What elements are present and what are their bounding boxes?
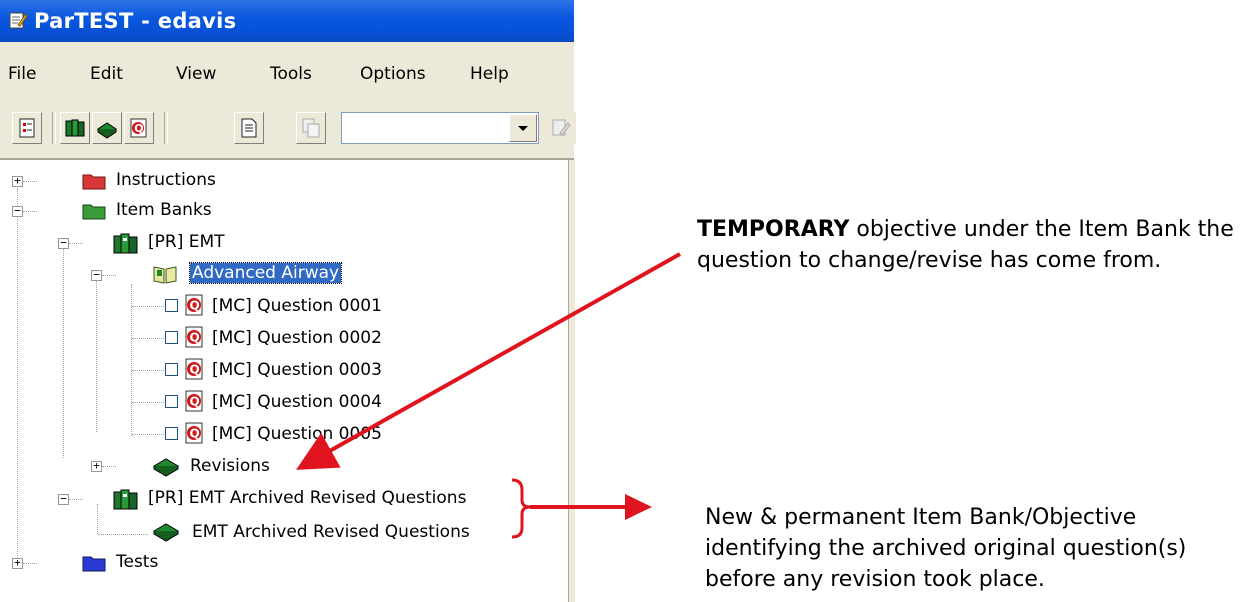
annotation-bracket xyxy=(511,478,531,539)
annotation-arrow-temporary xyxy=(296,252,681,470)
annotation-temporary-bold: TEMPORARY xyxy=(697,217,850,242)
annotation-permanent: New & permanent Item Bank/Objective iden… xyxy=(705,505,1187,592)
arrowhead-icon xyxy=(625,494,652,520)
annotation-temporary: TEMPORARY objective under the Item Bank … xyxy=(697,214,1237,276)
